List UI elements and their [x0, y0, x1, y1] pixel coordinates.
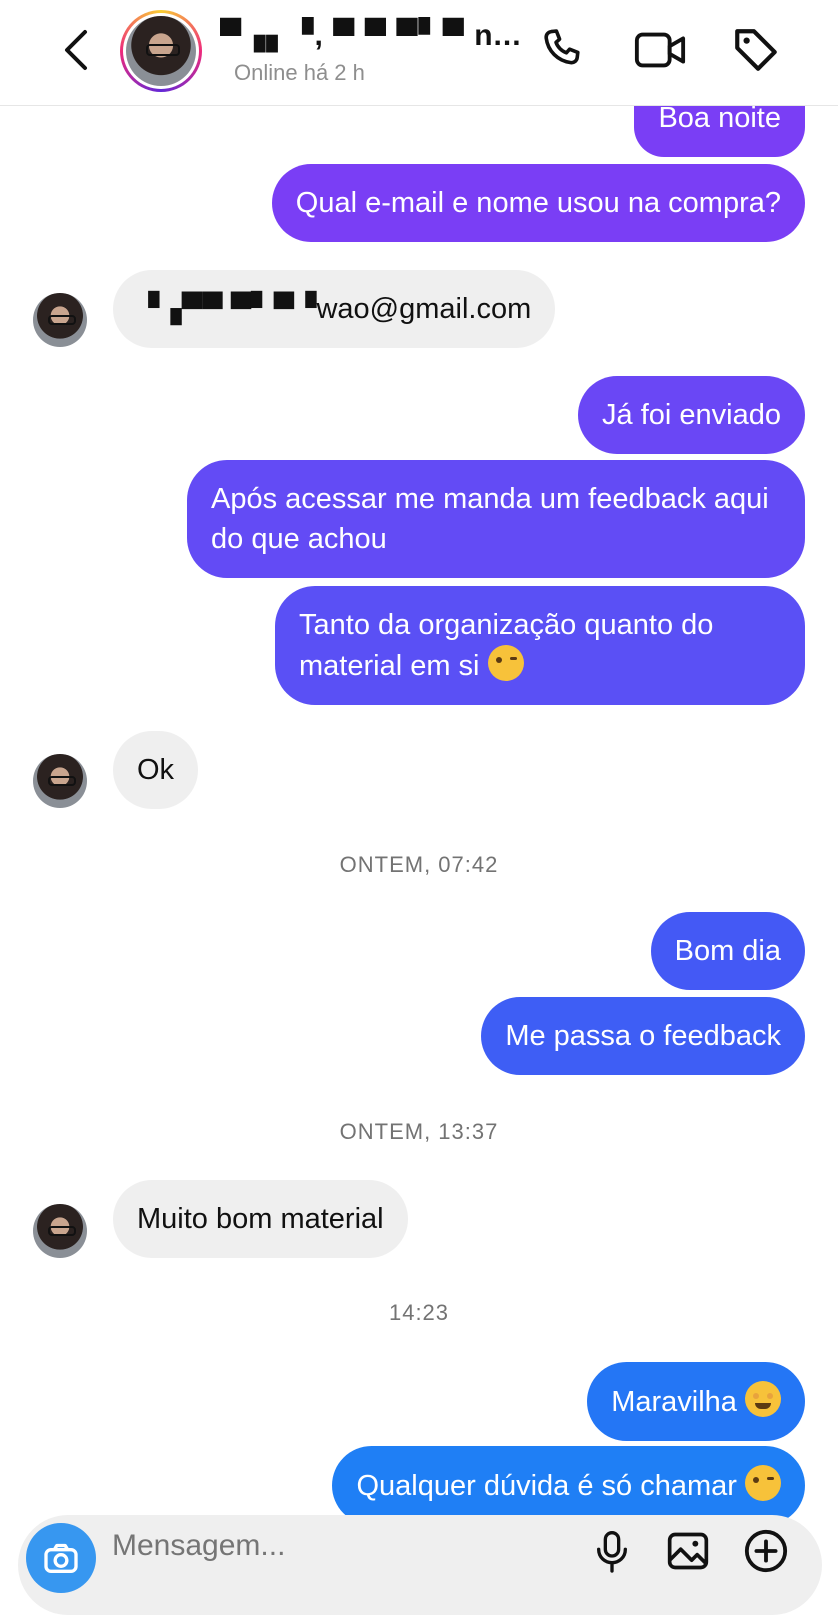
phone-icon — [544, 29, 580, 65]
message-text: ▝▗▀▀ ▀▘▀▝wao@gmail.com — [137, 293, 532, 325]
winking-face-icon — [487, 645, 524, 681]
tag-icon — [735, 29, 777, 71]
video-camera-icon — [634, 32, 686, 68]
message-input[interactable] — [112, 1529, 552, 1563]
message-composer — [18, 1515, 822, 1615]
microphone-icon — [597, 1531, 627, 1573]
avatar — [126, 16, 196, 86]
message-bubble-outgoing[interactable]: Bom dia — [650, 912, 805, 990]
timestamp: ONTEM, 07:42 — [339, 852, 499, 877]
message-bubble-incoming[interactable]: ▝▗▀▀ ▀▘▀▝wao@gmail.com — [113, 270, 556, 348]
message-bubble-outgoing[interactable]: Tanto da organização quanto do material … — [275, 586, 805, 705]
star-struck-icon — [745, 1381, 781, 1417]
message-text: Qualquer dúvida é só chamar — [356, 1470, 737, 1502]
message-bubble-outgoing[interactable]: Após acessar me manda um feedback aqui d… — [187, 460, 805, 578]
message-bubble-incoming[interactable]: Ok — [113, 731, 199, 809]
message-text: Maravilha — [611, 1386, 737, 1418]
more-button[interactable] — [740, 1525, 792, 1577]
timestamp: 14:23 — [388, 1300, 450, 1325]
voice-call-button[interactable] — [534, 22, 590, 78]
message-bubble-outgoing[interactable]: Me passa o feedback — [481, 997, 805, 1075]
message-bubble-outgoing[interactable]: Já foi enviado — [578, 376, 805, 454]
message-bubble-outgoing[interactable]: Qual e-mail e nome usou na compra? — [271, 164, 805, 242]
sender-avatar — [33, 1204, 87, 1258]
message-bubble-outgoing[interactable]: Maravilha — [587, 1362, 805, 1441]
message-text: Me passa o feedback — [505, 1020, 781, 1052]
contact-name[interactable]: ▀▗▖▝, ▀ ▀ ▀▘▀ n... — [220, 18, 522, 53]
message-text: Muito bom material — [137, 1203, 384, 1235]
contact-status: Online há 2 h — [234, 60, 365, 85]
winking-face-icon — [745, 1465, 781, 1501]
sender-avatar — [33, 293, 87, 347]
message-text: Qual e-mail e nome usou na compra? — [295, 187, 781, 219]
camera-icon — [44, 1543, 78, 1573]
contact-avatar[interactable] — [120, 10, 202, 92]
message-text: Já foi enviado — [602, 399, 781, 431]
sender-avatar — [33, 754, 87, 808]
camera-button[interactable] — [26, 1523, 96, 1593]
chevron-left-icon — [65, 30, 87, 70]
timestamp: ONTEM, 13:37 — [339, 1119, 499, 1144]
chat-header: ▀▗▖▝, ▀ ▀ ▀▘▀ n... Online há 2 h — [0, 0, 838, 106]
message-bubble-outgoing[interactable]: Qualquer dúvida é só chamar — [332, 1446, 805, 1525]
image-icon — [667, 1532, 709, 1570]
message-text: Ok — [137, 754, 175, 786]
voice-message-button[interactable] — [586, 1525, 638, 1577]
message-bubble-incoming[interactable]: Muito bom material — [113, 1180, 408, 1258]
gallery-button[interactable] — [662, 1525, 714, 1577]
message-text: Bom dia — [674, 935, 781, 967]
label-button[interactable] — [728, 22, 784, 78]
message-text: Após acessar me manda um feedback aqui d… — [211, 483, 769, 555]
video-call-button[interactable] — [632, 22, 688, 78]
plus-circle-icon — [744, 1529, 788, 1573]
message-text: Boa noite — [658, 102, 781, 134]
back-button[interactable] — [52, 22, 100, 78]
